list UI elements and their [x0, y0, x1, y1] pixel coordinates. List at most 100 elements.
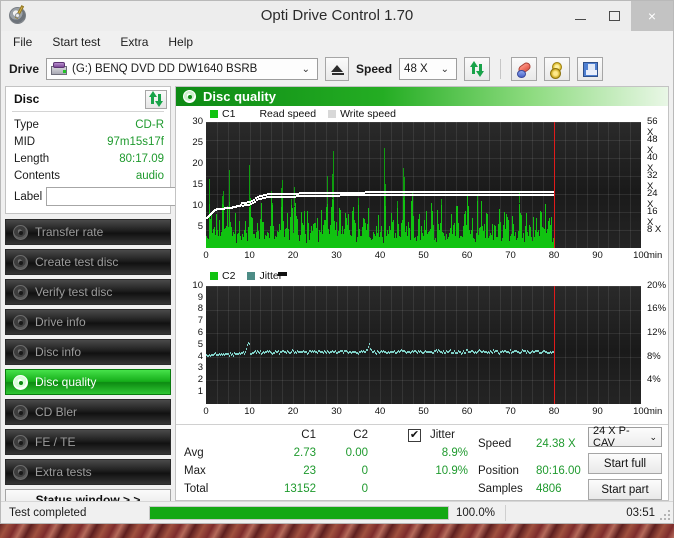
stats-jitter-max: 10.9%: [435, 465, 468, 477]
stats-c1-max: 23: [303, 465, 316, 477]
refresh-button[interactable]: [464, 57, 491, 81]
jitter-point: [376, 352, 377, 355]
title-bar: Opti Drive Control 1.70 ×: [1, 1, 673, 31]
stats-c2-avg: 0.00: [345, 447, 368, 459]
menu-help[interactable]: Help: [166, 34, 195, 50]
statistics-panel: C1 C2 Avg Max Total 2.73 23 13152 0.00 0…: [176, 424, 668, 500]
eject-button[interactable]: [325, 57, 350, 81]
disc-refresh-button[interactable]: [145, 89, 167, 109]
jitter-point: [233, 354, 234, 357]
charts-area: C1 Read speed Write speed 5 10 15 20 25 30 8 X 16 …: [176, 106, 668, 424]
sidebar-item-cd-bler[interactable]: CD Bler: [5, 399, 171, 425]
jitter-point: [457, 351, 458, 354]
grid-line: [304, 285, 305, 404]
plot-area[interactable]: [206, 122, 641, 248]
panel-title: Disc quality: [203, 89, 276, 104]
minimize-button[interactable]: [563, 1, 597, 31]
read-speed-point: [254, 201, 256, 203]
menu-start-test[interactable]: Start test: [50, 34, 102, 50]
tools-button[interactable]: [544, 57, 571, 81]
x-axis-tick: 70: [505, 250, 516, 261]
disc-field-length: Length 80:17.09: [14, 150, 164, 167]
grid-line: [250, 285, 251, 404]
menu-file[interactable]: File: [11, 34, 34, 50]
disc-icon: [13, 284, 28, 300]
sidebar-item-label: Disc info: [35, 345, 82, 359]
chart-legend: C2 Jitter: [210, 270, 282, 282]
menu-extra[interactable]: Extra: [118, 34, 150, 50]
disc-icon: [13, 374, 28, 390]
x-axis-tick: 60: [461, 405, 473, 417]
stats-header-c1: C1: [301, 429, 316, 441]
jitter-point: [259, 351, 260, 354]
jitter-point: [323, 351, 324, 354]
drive-select-value: (G:) BENQ DVD DD DW1640 BSRB: [72, 63, 258, 75]
sidebar-item-create-test-disc[interactable]: Create test disc: [5, 249, 171, 275]
erase-disc-button[interactable]: [511, 57, 538, 81]
toolbar-divider: [500, 59, 502, 79]
disc-field-mid-label: MID: [14, 135, 36, 148]
x-axis-tick: 80: [548, 250, 560, 261]
erase-disc-icon: [513, 59, 535, 79]
resize-grip[interactable]: [660, 510, 670, 520]
grid-line: [206, 285, 641, 287]
sidebar-item-extra-tests[interactable]: Extra tests: [5, 459, 171, 485]
data-spike: [229, 170, 230, 202]
grid-line: [532, 285, 533, 404]
data-spike: [327, 176, 328, 204]
jitter-point: [296, 351, 297, 354]
sidebar-item-disc-info[interactable]: Disc info: [5, 339, 171, 365]
x-axis-tick: 50: [418, 250, 429, 261]
sidebar-item-transfer-rate[interactable]: Transfer rate: [5, 219, 171, 245]
sidebar-item-verify-test-disc[interactable]: Verify test disc: [5, 279, 171, 305]
disc-icon: [13, 314, 28, 330]
start-part-button[interactable]: Start part: [588, 479, 662, 500]
jitter-point: [308, 351, 309, 354]
maximize-icon: [608, 11, 620, 21]
grid-line: [630, 285, 631, 404]
start-full-button[interactable]: Start full: [588, 453, 662, 474]
jitter-point: [365, 350, 366, 353]
grid-line: [326, 285, 327, 404]
disc-info-panel: Disc Type CD-R MID 97m15s17f Length 80:1…: [5, 86, 250, 214]
jitter-point: [442, 351, 443, 354]
disc-field-length-label: Length: [14, 152, 50, 165]
data-spike: [209, 179, 210, 204]
c2-jitter-chart[interactable]: C2 Jitter 1 2 3 4 5 6 7 8 9 10 4% 8% 12% 16% 20% 0 10 20 30 4…: [178, 270, 666, 424]
disc-panel-title: Disc: [14, 92, 40, 106]
close-button[interactable]: ×: [631, 1, 673, 31]
grid-line: [511, 285, 512, 404]
grid-line: [608, 285, 609, 404]
drive-select[interactable]: (G:) BENQ DVD DD DW1640 BSRB ⌄: [46, 58, 319, 80]
grid-line: [206, 158, 641, 159]
grid-line: [391, 285, 392, 404]
position-marker-line: [554, 285, 555, 404]
drive-icon: [51, 62, 68, 76]
grid-line: [206, 176, 641, 177]
maximize-button[interactable]: [597, 1, 631, 31]
sidebar-item-drive-info[interactable]: Drive info: [5, 309, 171, 335]
stats-c2-total: 0: [361, 483, 368, 495]
stats-row-label-avg: Avg: [184, 447, 204, 459]
grid-line: [413, 285, 414, 404]
legend-swatch: [210, 110, 218, 118]
y-axis-tick: 10: [192, 200, 203, 211]
write-speed-select[interactable]: 24 X P-CAV ⌄: [588, 425, 662, 449]
y-axis-tick: 4: [197, 350, 203, 362]
chart-legend: C1 Read speed Write speed: [210, 108, 396, 120]
plot-area[interactable]: [206, 285, 641, 404]
c1-read-speed-chart[interactable]: C1 Read speed Write speed 5 10 15 20 25 30 8 X 16 …: [178, 108, 666, 270]
disc-field-contents-value: audio: [135, 169, 164, 182]
grid-line: [347, 285, 348, 404]
save-button[interactable]: [577, 57, 604, 81]
legend-label: Write speed: [340, 108, 396, 120]
jitter-checkbox[interactable]: ✔: [408, 429, 421, 442]
sidebar-item-fe-te[interactable]: FE / TE: [5, 429, 171, 455]
app-disc-icon: [7, 5, 29, 27]
speed-select[interactable]: 48 X ⌄: [399, 58, 458, 80]
grid-line: [434, 285, 435, 404]
x-axis-tick: 10: [244, 405, 255, 417]
jitter-point: [317, 351, 318, 354]
grid-line: [576, 285, 577, 404]
sidebar-item-disc-quality[interactable]: Disc quality: [5, 369, 171, 395]
